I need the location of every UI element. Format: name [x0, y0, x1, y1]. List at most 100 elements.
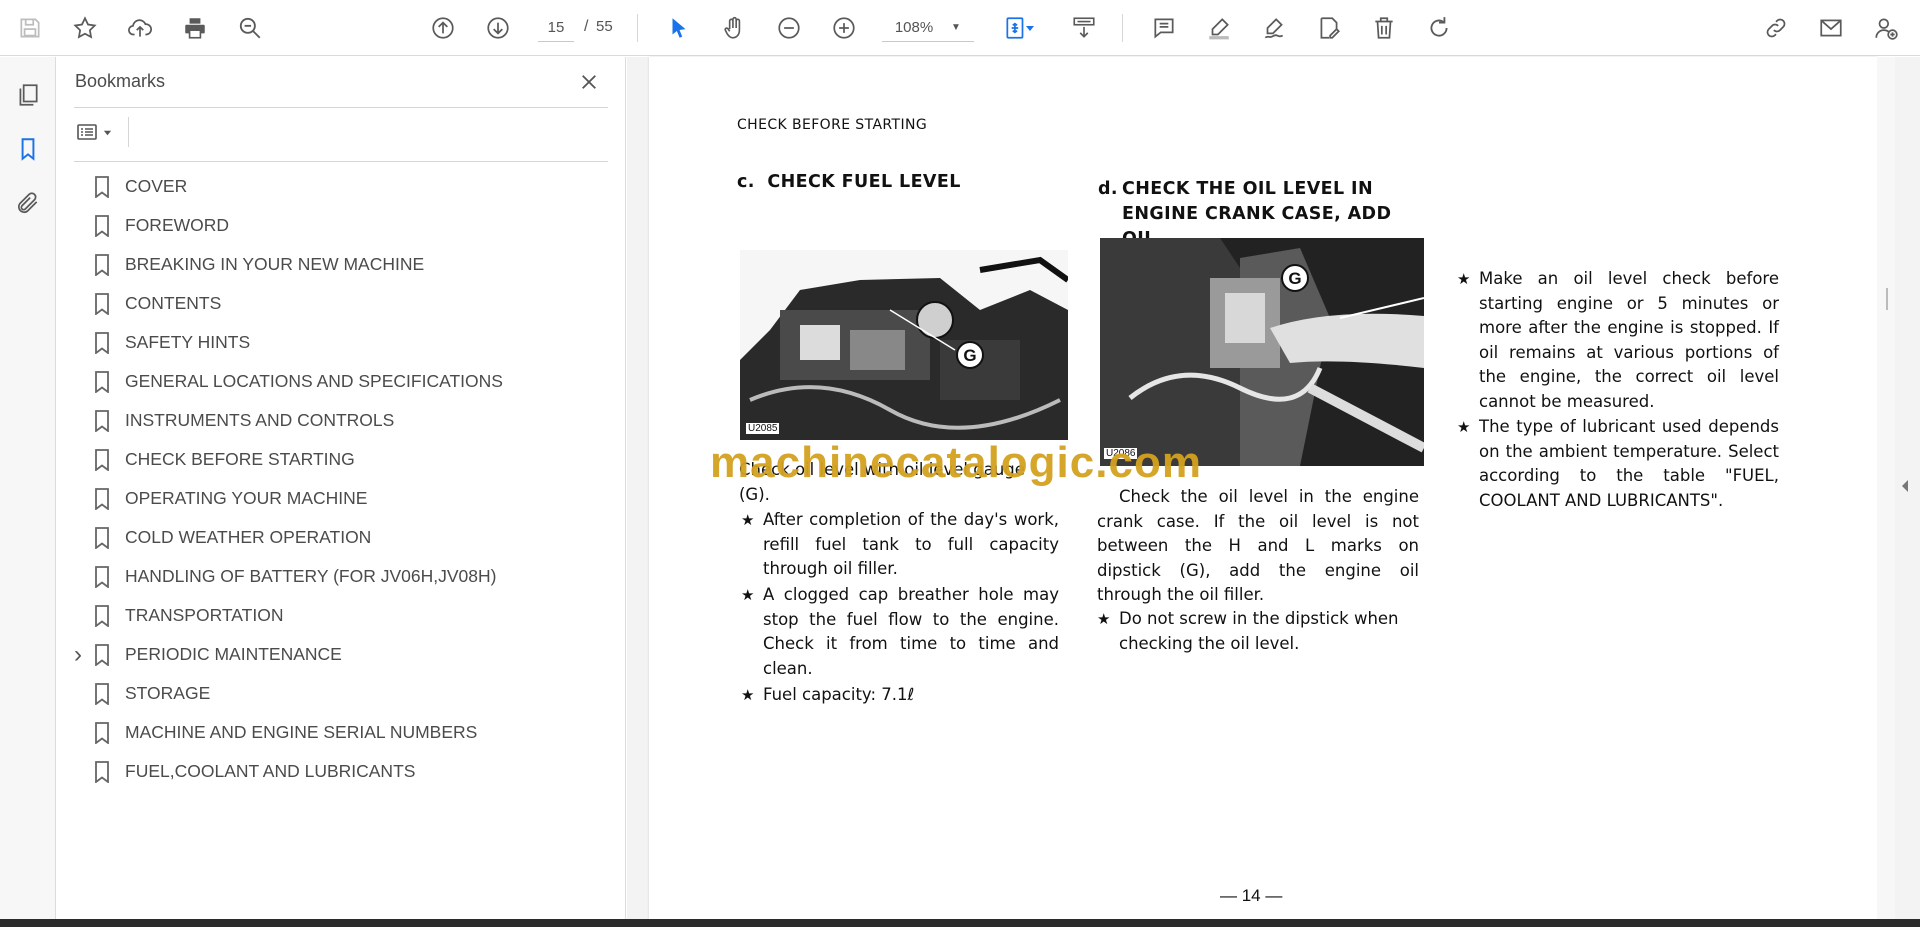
- bookmark-label: CHECK BEFORE STARTING: [125, 449, 355, 469]
- save-icon[interactable]: [12, 10, 48, 46]
- bookmark-star-icon[interactable]: [67, 10, 103, 46]
- page-number-input[interactable]: [538, 14, 574, 42]
- print-icon[interactable]: [177, 10, 213, 46]
- comment-icon[interactable]: [1146, 10, 1182, 46]
- bookmark-item[interactable]: TRANSPORTATION: [56, 596, 626, 635]
- col1-bullet: ★ After completion of the day's work, re…: [741, 508, 1059, 582]
- engine-dipstick-photo: G U2086: [1100, 238, 1424, 466]
- attachments-paperclip-icon[interactable]: [10, 185, 46, 221]
- col3-bullet: ★ The type of lubricant used depends on …: [1457, 415, 1779, 513]
- col2-paragraph: Check the oil level in the engine crank …: [1097, 487, 1419, 604]
- col2-title-prefix: d.: [1098, 179, 1118, 199]
- col2-photo-marker: G: [1288, 269, 1301, 288]
- section-header: CHECK BEFORE STARTING: [737, 117, 928, 133]
- bookmark-item[interactable]: GENERAL LOCATIONS AND SPECIFICATIONS: [56, 362, 626, 401]
- bookmark-item[interactable]: INSTRUMENTS AND CONTROLS: [56, 401, 626, 440]
- zoom-level-select[interactable]: 108% ▼: [882, 14, 974, 42]
- bookmark-label: INSTRUMENTS AND CONTROLS: [125, 410, 395, 430]
- bookmark-label: STORAGE: [125, 683, 211, 703]
- bookmark-item[interactable]: COVER: [56, 167, 626, 206]
- expand-right-panel-arrow-icon[interactable]: [1900, 478, 1912, 498]
- next-page-icon[interactable]: [480, 10, 516, 46]
- bookmarks-panel-icon[interactable]: [10, 131, 46, 167]
- bookmark-icon: [95, 409, 109, 432]
- bookmark-label: CONTENTS: [125, 293, 222, 313]
- col2-bullet-text: Do not screw in the dipstick when checki…: [1119, 609, 1399, 653]
- bookmark-item[interactable]: CHECK BEFORE STARTING: [56, 440, 626, 479]
- page-number-footer: — 14 —: [1220, 886, 1283, 905]
- chevron-down-icon: [103, 130, 112, 135]
- zoom-search-icon[interactable]: [232, 10, 268, 46]
- main-toolbar: / 55 108% ▼: [0, 0, 1920, 56]
- bookmark-item[interactable]: › PERIODIC MAINTENANCE: [56, 635, 626, 674]
- col3-bullet: ★ Make an oil level check before startin…: [1457, 267, 1779, 414]
- draw-sign-icon[interactable]: [1256, 10, 1292, 46]
- bookmark-label: SAFETY HINTS: [125, 332, 251, 352]
- bookmark-item[interactable]: OPERATING YOUR MACHINE: [56, 479, 626, 518]
- status-strip: [0, 919, 1920, 927]
- bookmark-item[interactable]: FUEL,COOLANT AND LUBRICANTS: [56, 752, 626, 791]
- bookmark-label: FUEL,COOLANT AND LUBRICANTS: [125, 761, 416, 781]
- bookmark-label: FOREWORD: [125, 215, 230, 235]
- bookmark-label: COLD WEATHER OPERATION: [125, 527, 372, 547]
- bookmark-item[interactable]: FOREWORD: [56, 206, 626, 245]
- bookmark-item[interactable]: HANDLING OF BATTERY (FOR JV06H,JV08H): [56, 557, 626, 596]
- chevron-right-icon[interactable]: ›: [70, 641, 86, 669]
- page-thumbnails-icon[interactable]: [10, 77, 46, 113]
- col1-bullet-text: A clogged cap breather hole may stop the…: [763, 585, 1059, 678]
- panel-title: Bookmarks: [75, 71, 166, 91]
- bookmark-options-button[interactable]: [74, 117, 122, 147]
- zoom-in-icon[interactable]: [826, 10, 862, 46]
- scroll-mode-icon[interactable]: [1066, 10, 1102, 46]
- fit-page-chevron-icon[interactable]: [1022, 10, 1038, 46]
- page-total: 55: [596, 18, 613, 35]
- bookmark-item[interactable]: BREAKING IN YOUR NEW MACHINE: [56, 245, 626, 284]
- bookmarks-panel: Bookmarks COVER FOREWORD BREAKING IN YOUR …: [56, 57, 626, 919]
- scrollbar-thumb[interactable]: [1886, 288, 1888, 310]
- col2-bullet: ★ Do not screw in the dipstick when chec…: [1097, 607, 1419, 656]
- bookmark-icon: [95, 760, 109, 783]
- bookmark-label: PERIODIC MAINTENANCE: [125, 644, 342, 664]
- hand-tool-icon[interactable]: [716, 10, 752, 46]
- zoom-out-icon[interactable]: [771, 10, 807, 46]
- previous-page-icon[interactable]: [425, 10, 461, 46]
- select-cursor-icon[interactable]: [661, 10, 697, 46]
- toolbar-divider: [1122, 14, 1123, 42]
- delete-trash-icon[interactable]: [1366, 10, 1402, 46]
- add-user-icon[interactable]: [1868, 10, 1904, 46]
- bookmark-label: GENERAL LOCATIONS AND SPECIFICATIONS: [125, 371, 503, 391]
- bookmark-icon: [95, 214, 109, 237]
- col1-photo-marker: G: [963, 346, 976, 365]
- divider: [128, 117, 129, 147]
- watermark-text: machinecatalogic.com: [710, 438, 1202, 487]
- bookmark-label: BREAKING IN YOUR NEW MACHINE: [125, 254, 425, 274]
- email-icon[interactable]: [1813, 10, 1849, 46]
- bookmark-item[interactable]: STORAGE: [56, 674, 626, 713]
- bookmark-item[interactable]: MACHINE AND ENGINE SERIAL NUMBERS: [56, 713, 626, 752]
- bookmark-item[interactable]: SAFETY HINTS: [56, 323, 626, 362]
- star-bullet-icon: ★: [1457, 418, 1471, 436]
- share-link-icon[interactable]: [1758, 10, 1794, 46]
- rotate-icon[interactable]: [1421, 10, 1457, 46]
- col1-title-prefix: c.: [737, 172, 755, 192]
- col1-bullet: ★ A clogged cap breather hole may stop t…: [741, 583, 1059, 681]
- bookmark-item[interactable]: CONTENTS: [56, 284, 626, 323]
- star-bullet-icon: ★: [741, 686, 755, 704]
- bookmark-icon: [95, 526, 109, 549]
- bookmark-icon: [95, 448, 109, 471]
- star-bullet-icon: ★: [741, 586, 755, 604]
- divider: [74, 107, 608, 108]
- col3-bullet-text: Make an oil level check before starting …: [1479, 269, 1779, 411]
- bookmark-icon: [95, 565, 109, 588]
- bookmark-icon: [95, 292, 109, 315]
- bookmark-label: HANDLING OF BATTERY (FOR JV06H,JV08H): [125, 566, 497, 586]
- edit-document-icon[interactable]: [1311, 10, 1347, 46]
- highlight-pen-icon[interactable]: [1201, 10, 1237, 46]
- star-bullet-icon: ★: [1457, 270, 1471, 288]
- vertical-scrollbar[interactable]: [1877, 57, 1895, 919]
- close-icon[interactable]: [574, 67, 604, 97]
- bookmark-item[interactable]: COLD WEATHER OPERATION: [56, 518, 626, 557]
- upload-cloud-icon[interactable]: [122, 10, 158, 46]
- bookmark-label: TRANSPORTATION: [125, 605, 284, 625]
- toolbar-divider: [637, 14, 638, 42]
